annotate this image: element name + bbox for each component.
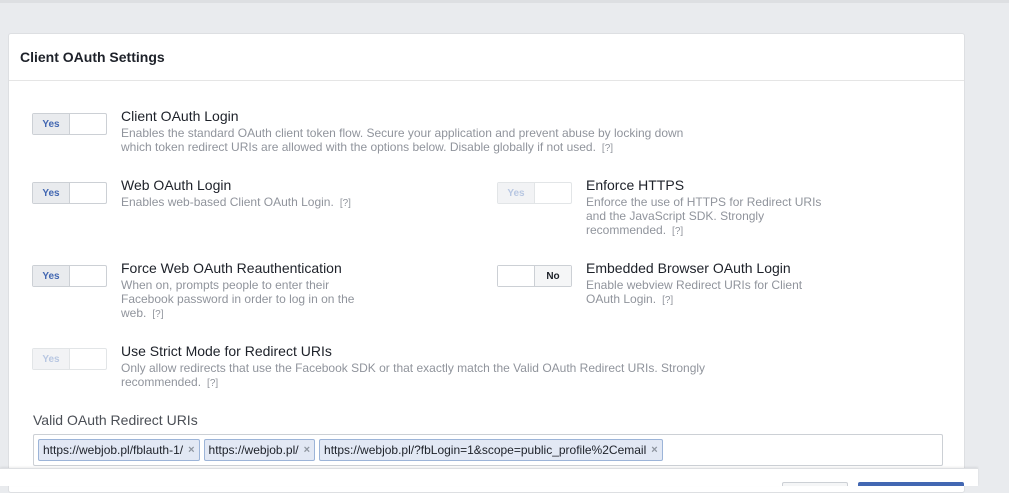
panel-title: Client OAuth Settings: [9, 34, 964, 81]
remove-token-icon[interactable]: ×: [188, 444, 194, 456]
strict-mode-title: Use Strict Mode for Redirect URIs: [121, 343, 332, 359]
redirect-uri-token[interactable]: https://webjob.pl/?fbLogin=1&scope=publi…: [319, 439, 663, 461]
client-oauth-login-title: Client OAuth Login: [121, 108, 239, 124]
toggle-yes-label: Yes: [33, 114, 70, 134]
redirect-uris-label: Valid OAuth Redirect URIs: [33, 412, 198, 428]
web-oauth-login-description: Enables web-based Client OAuth Login. [?]: [121, 195, 351, 209]
embedded-browser-oauth-login-description: Enable webview Redirect URIs for Client …: [586, 278, 803, 306]
help-link[interactable]: [?]: [207, 378, 218, 389]
redirect-uri-token[interactable]: https://webjob.pl/ ×: [203, 439, 316, 461]
redirect-uri-token[interactable]: https://webjob.pl/fblauth-1/ ×: [38, 439, 200, 461]
force-web-oauth-reauth-toggle[interactable]: Yes: [32, 265, 107, 287]
enforce-https-toggle: Yes: [497, 182, 572, 204]
toggle-yes-label: Yes: [33, 266, 70, 286]
web-oauth-login-toggle[interactable]: Yes: [32, 182, 107, 204]
web-oauth-login-title: Web OAuth Login: [121, 177, 232, 193]
strict-mode-toggle: Yes: [32, 348, 107, 370]
force-web-oauth-reauth-description: When on, prompts people to enter their F…: [121, 278, 355, 320]
client-oauth-settings-panel: Client OAuth Settings Yes Client OAuth L…: [8, 33, 965, 493]
redirect-uris-input[interactable]: https://webjob.pl/fblauth-1/ × https://w…: [33, 434, 943, 466]
remove-token-icon[interactable]: ×: [651, 444, 657, 456]
help-link[interactable]: [?]: [662, 295, 673, 306]
strict-mode-description: Only allow redirects that use the Facebo…: [121, 361, 706, 389]
remove-token-icon[interactable]: ×: [304, 444, 310, 456]
toggle-yes-label: Yes: [33, 183, 70, 203]
toggle-yes-label: Yes: [498, 183, 535, 203]
toggle-no-label: No: [535, 266, 571, 286]
help-link[interactable]: [?]: [672, 226, 683, 237]
save-changes-bar: [0, 468, 978, 486]
help-link[interactable]: [?]: [340, 198, 351, 209]
top-divider: [0, 0, 1009, 3]
client-oauth-login-description: Enables the standard OAuth client token …: [121, 126, 684, 154]
help-link[interactable]: [?]: [602, 143, 613, 154]
embedded-browser-oauth-login-toggle[interactable]: No: [497, 265, 572, 287]
toggle-yes-label: Yes: [33, 349, 70, 369]
enforce-https-title: Enforce HTTPS: [586, 177, 685, 193]
help-link[interactable]: [?]: [152, 309, 163, 320]
discard-button[interactable]: [782, 482, 848, 486]
save-changes-button[interactable]: [858, 482, 964, 486]
force-web-oauth-reauth-title: Force Web OAuth Reauthentication: [121, 260, 342, 276]
client-oauth-login-toggle[interactable]: Yes: [32, 113, 107, 135]
enforce-https-description: Enforce the use of HTTPS for Redirect UR…: [586, 195, 822, 237]
embedded-browser-oauth-login-title: Embedded Browser OAuth Login: [586, 260, 791, 276]
